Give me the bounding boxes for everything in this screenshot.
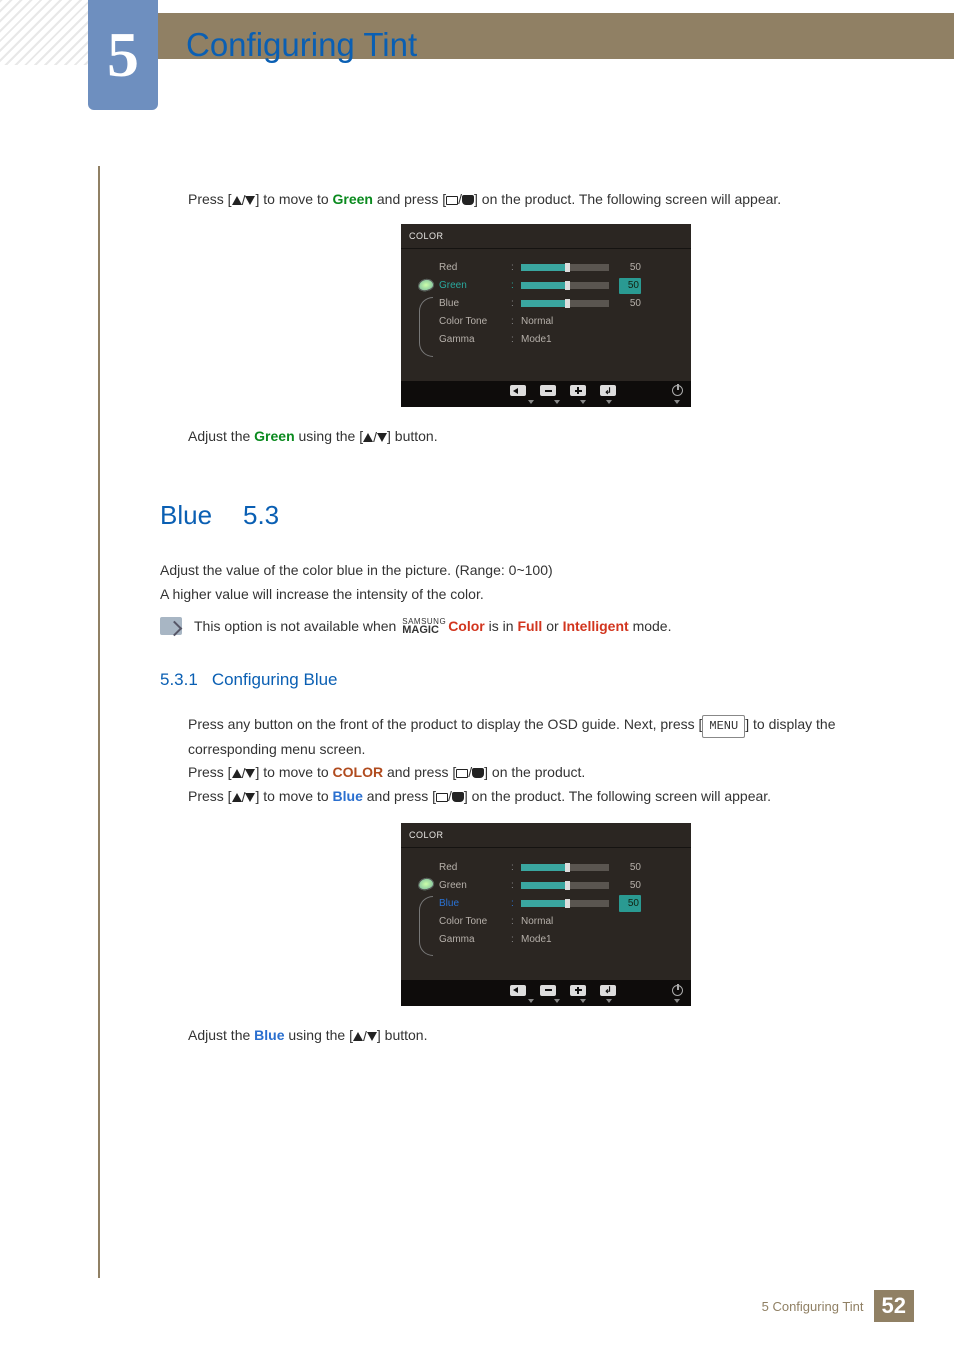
osd-row-colortone: Color Tone: Normal — [439, 313, 679, 331]
osd-row-colortone: Color Tone: Normal — [439, 912, 679, 930]
page-footer: 5 Configuring Tint 52 — [762, 1290, 914, 1322]
enter-icon — [452, 792, 464, 802]
page-number: 52 — [874, 1290, 914, 1322]
osd-row-blue: Blue: 50 — [439, 894, 679, 912]
menu-key: MENU — [702, 715, 745, 737]
side-rule — [98, 166, 100, 1278]
enter-icon — [472, 768, 484, 778]
blue-step-1: Press any button on the front of the pro… — [188, 713, 904, 761]
osd-minus-icon — [540, 385, 556, 396]
green-highlight: Green — [254, 428, 294, 444]
osd-screenshot-green: COLOR Red: 50 Green: 50 Blue: — [401, 224, 691, 406]
blue-highlight: Blue — [333, 788, 363, 804]
osd-plus-icon — [570, 985, 586, 996]
chapter-number-box: 5 — [88, 0, 158, 110]
enter-icon — [462, 195, 474, 205]
blue-highlight: Blue — [254, 1027, 284, 1043]
osd-title: COLOR — [401, 823, 691, 848]
osd-back-icon — [510, 985, 526, 996]
osd-row-green: Green: 50 — [439, 876, 679, 894]
osd-arc — [419, 297, 433, 357]
osd-minus-icon — [540, 985, 556, 996]
osd-power-icon — [672, 985, 683, 996]
subsection-title: 5.3.1Configuring Blue — [160, 666, 904, 695]
osd-footer — [401, 381, 691, 401]
osd-title: COLOR — [401, 224, 691, 248]
palette-icon — [417, 277, 435, 292]
osd-power-icon — [672, 385, 683, 396]
slider-green — [521, 882, 609, 889]
instruction-adjust-blue: Adjust the Blue using the [/] button. — [188, 1024, 904, 1048]
slider-blue — [521, 900, 609, 907]
instruction-adjust-green: Adjust the Green using the [/] button. — [188, 425, 904, 447]
color-highlight: Color — [448, 618, 485, 634]
color-highlight: COLOR — [333, 764, 384, 780]
intelligent-highlight: Intelligent — [563, 618, 629, 634]
chapter-title: Configuring Tint — [186, 26, 417, 64]
osd-enter-icon — [600, 985, 616, 996]
section-number: 5.3 — [243, 500, 279, 531]
menu-icon — [436, 793, 448, 802]
osd-screenshot-blue: COLOR Red: 50 Green: 50 — [401, 823, 691, 1006]
up-down-icon: / — [232, 189, 256, 211]
osd-row-red: Red: 50 — [439, 858, 679, 876]
up-down-icon: / — [232, 786, 256, 810]
slider-red — [521, 264, 609, 271]
menu-icon — [456, 769, 468, 778]
corner-hatching — [0, 0, 90, 65]
chapter-number: 5 — [107, 18, 139, 92]
green-highlight: Green — [333, 191, 373, 207]
full-highlight: Full — [517, 618, 542, 634]
blue-desc-2: A higher value will increase the intensi… — [160, 583, 904, 607]
slider-green — [521, 282, 609, 289]
note-row: This option is not available when SAMSUN… — [160, 615, 904, 639]
footer-title: 5 Configuring Tint — [762, 1299, 864, 1314]
blue-desc-1: Adjust the value of the color blue in th… — [160, 559, 904, 583]
instruction-green-step: Press [/] to move to Green and press [/]… — [188, 188, 904, 210]
palette-icon — [417, 877, 435, 892]
osd-back-icon — [510, 385, 526, 396]
note-icon — [160, 617, 182, 635]
osd-row-green: Green: 50 — [439, 277, 679, 295]
menu-icon — [446, 196, 458, 205]
osd-footer — [401, 980, 691, 1000]
osd-row-red: Red: 50 — [439, 259, 679, 277]
note-text: This option is not available when SAMSUN… — [194, 615, 672, 639]
osd-arc — [419, 896, 433, 956]
osd-enter-icon — [600, 385, 616, 396]
slider-red — [521, 864, 609, 871]
blue-step-2: Press [/] to move to COLOR and press [/]… — [188, 761, 904, 785]
osd-row-gamma: Gamma: Mode1 — [439, 331, 679, 349]
up-down-icon: / — [363, 426, 387, 448]
osd-row-blue: Blue: 50 — [439, 295, 679, 313]
osd-plus-icon — [570, 385, 586, 396]
slider-blue — [521, 300, 609, 307]
osd-row-gamma: Gamma: Mode1 — [439, 930, 679, 948]
up-down-icon: / — [353, 1025, 377, 1049]
blue-step-3: Press [/] to move to Blue and press [/] … — [188, 785, 904, 809]
samsung-magic-logo: SAMSUNGMAGIC — [402, 619, 446, 635]
up-down-icon: / — [232, 762, 256, 786]
